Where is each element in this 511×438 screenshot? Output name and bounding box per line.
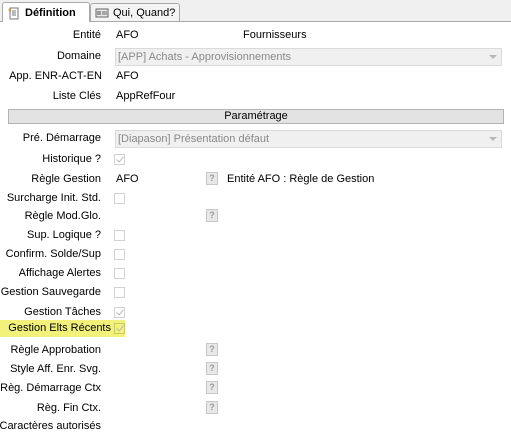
entite-description: Fournisseurs [243, 29, 307, 41]
elts-label: Gestion Elts Récents [8, 322, 111, 334]
cles-label: Liste Clés [52, 90, 101, 102]
section-parametrage: Paramétrage [8, 109, 504, 124]
approbation-label: Règle Approbation [10, 344, 101, 356]
affichage-row: Affichage Alertes [0, 266, 101, 281]
cles-value: AppRefFour [116, 90, 176, 102]
regle-mod-label: Règle Mod.Glo. [24, 210, 101, 222]
caracteres-row: Caractères autorisés [0, 419, 101, 434]
reg-fin-label: Règ. Fin Ctx. [36, 402, 101, 414]
regle-gestion-description: Entité AFO : Règle de Gestion [227, 173, 375, 185]
demarrage-label: Pré. Démarrage [22, 132, 101, 144]
affichage-label: Affichage Alertes [18, 267, 101, 279]
app-row: App. ENR-ACT-EN [0, 69, 102, 84]
confirm-label: Confirm. Solde/Sup [5, 248, 101, 260]
regle-gestion-label: Règle Gestion [31, 173, 101, 185]
sup-logique-row: Sup. Logique ? [0, 228, 101, 243]
historique-row: Historique ? [0, 152, 101, 167]
demarrage-select[interactable]: [Diapason] Présentation défaut [115, 130, 502, 148]
chevron-down-icon[interactable] [489, 137, 497, 141]
taches-label: Gestion Tâches [24, 306, 101, 318]
help-button-reg-fin[interactable]: ? [206, 401, 218, 414]
tab-qui-quand[interactable]: Qui, Quand? [90, 3, 180, 22]
document-icon [7, 7, 21, 19]
help-button-regle-mod[interactable]: ? [206, 209, 218, 222]
elts-row: Gestion Elts Récents [0, 321, 111, 336]
tab-qui-quand-label: Qui, Quand? [113, 7, 176, 19]
help-button-reg-dem[interactable]: ? [206, 381, 218, 394]
style-label: Style Aff. Enr. Svg. [10, 363, 101, 375]
demarrage-select-value: [Diapason] Présentation défaut [118, 133, 270, 145]
regle-gestion-value: AFO [116, 173, 139, 185]
id-card-icon [95, 7, 109, 19]
elts-checkbox[interactable] [114, 323, 125, 334]
caracteres-label: Caractères autorisés [0, 420, 101, 432]
taches-row: Gestion Tâches [0, 305, 101, 320]
sup-logique-checkbox[interactable] [114, 230, 125, 241]
definition-panel: Entité AFO Fournisseurs Domaine [APP] Ac… [0, 22, 511, 438]
approbation-row: Règle Approbation [0, 343, 101, 358]
sauvegarde-checkbox[interactable] [114, 287, 125, 298]
help-button-approbation[interactable]: ? [206, 343, 218, 356]
confirm-checkbox[interactable] [114, 249, 125, 260]
domaine-row: Domaine [0, 49, 101, 64]
surcharge-checkbox[interactable] [114, 193, 125, 204]
sauvegarde-row: Gestion Sauvegarde [0, 285, 101, 300]
domaine-select[interactable]: [APP] Achats - Approvisionnements [115, 48, 502, 66]
entite-label: Entité [72, 29, 101, 41]
surcharge-row: Surcharge Init. Std. [0, 191, 101, 206]
help-button-regle-gestion[interactable]: ? [206, 172, 218, 185]
app-value: AFO [116, 70, 139, 82]
domaine-label: Domaine [56, 50, 101, 62]
tab-definition[interactable]: Définition [2, 2, 90, 22]
taches-checkbox[interactable] [114, 307, 125, 318]
style-row: Style Aff. Enr. Svg. [0, 362, 101, 377]
app-label: App. ENR-ACT-EN [9, 70, 102, 82]
sup-logique-label: Sup. Logique ? [26, 229, 101, 241]
affichage-checkbox[interactable] [114, 268, 125, 279]
reg-fin-row: Règ. Fin Ctx. [0, 401, 101, 416]
tab-definition-label: Définition [25, 6, 76, 19]
entite-value: AFO [116, 29, 139, 41]
help-button-style[interactable]: ? [206, 362, 218, 375]
historique-checkbox[interactable] [114, 154, 125, 165]
reg-dem-label: Règ. Démarrage Ctx [0, 382, 101, 394]
chevron-down-icon[interactable] [489, 55, 497, 59]
domaine-select-value: [APP] Achats - Approvisionnements [118, 51, 292, 63]
tab-bar: Définition Qui, Quand? [0, 0, 511, 22]
demarrage-row: Pré. Démarrage [0, 131, 101, 146]
surcharge-label: Surcharge Init. Std. [6, 192, 101, 204]
sauvegarde-label: Gestion Sauvegarde [0, 286, 101, 298]
regle-gestion-row: Règle Gestion [0, 172, 101, 187]
historique-label: Historique ? [42, 153, 101, 165]
confirm-row: Confirm. Solde/Sup [0, 247, 101, 262]
regle-mod-row: Règle Mod.Glo. [0, 209, 101, 224]
reg-dem-row: Règ. Démarrage Ctx [0, 381, 101, 396]
entite-row: Entité [0, 28, 101, 43]
cles-row: Liste Clés [0, 89, 101, 104]
